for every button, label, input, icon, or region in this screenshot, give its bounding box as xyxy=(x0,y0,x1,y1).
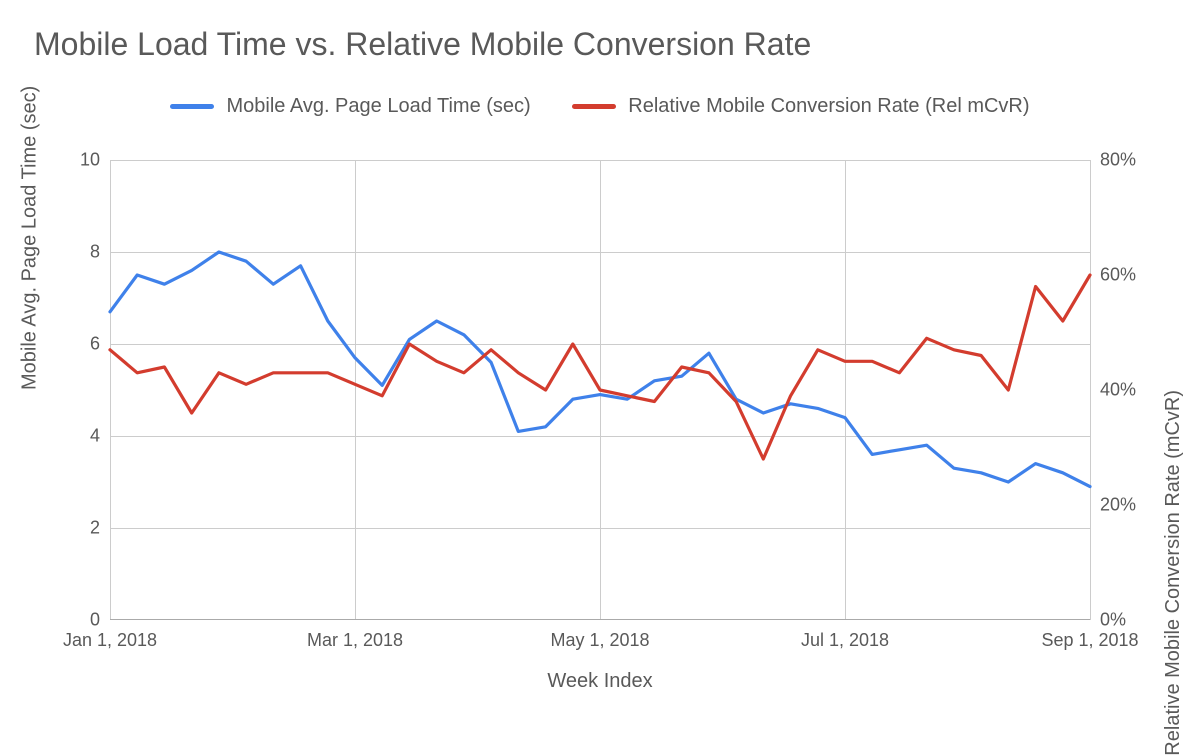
chart-container: Mobile Load Time vs. Relative Mobile Con… xyxy=(0,0,1200,742)
ytick-left: 0 xyxy=(90,610,100,631)
gridline-v xyxy=(1090,160,1091,620)
legend-item-mcvr: Relative Mobile Conversion Rate (Rel mCv… xyxy=(572,95,1029,118)
series-line-mcvr xyxy=(110,275,1090,459)
legend-item-load-time: Mobile Avg. Page Load Time (sec) xyxy=(170,95,530,118)
series-line-load-time xyxy=(110,252,1090,487)
legend-swatch-red xyxy=(572,104,616,109)
ytick-right: 20% xyxy=(1100,495,1136,516)
ytick-right: 80% xyxy=(1100,150,1136,171)
chart-legend: Mobile Avg. Page Load Time (sec) Relativ… xyxy=(0,92,1200,118)
ytick-right: 40% xyxy=(1100,380,1136,401)
ytick-left: 8 xyxy=(90,242,100,263)
plot-area: 0 2 4 6 8 10 0% 20% 40% 60% 80% Jan 1, 2… xyxy=(110,160,1090,620)
legend-label-mcvr: Relative Mobile Conversion Rate (Rel mCv… xyxy=(628,95,1029,118)
ytick-left: 6 xyxy=(90,334,100,355)
xtick: Mar 1, 2018 xyxy=(307,630,403,651)
xtick: Sep 1, 2018 xyxy=(1041,630,1138,651)
ytick-left: 4 xyxy=(90,426,100,447)
y-axis-label-right: Relative Mobile Conversion Rate (mCvR) xyxy=(1163,390,1186,756)
ytick-right: 0% xyxy=(1100,610,1126,631)
legend-label-load-time: Mobile Avg. Page Load Time (sec) xyxy=(226,95,530,118)
ytick-left: 2 xyxy=(90,518,100,539)
ytick-right: 60% xyxy=(1100,265,1136,286)
ytick-left: 10 xyxy=(80,150,100,171)
xtick: Jul 1, 2018 xyxy=(801,630,889,651)
xtick: Jan 1, 2018 xyxy=(63,630,157,651)
y-axis-label-left: Mobile Avg. Page Load Time (sec) xyxy=(19,86,42,390)
xtick: May 1, 2018 xyxy=(550,630,649,651)
chart-lines xyxy=(110,160,1090,620)
legend-swatch-blue xyxy=(170,104,214,109)
chart-title: Mobile Load Time vs. Relative Mobile Con… xyxy=(34,26,811,63)
x-axis-label: Week Index xyxy=(547,670,652,693)
